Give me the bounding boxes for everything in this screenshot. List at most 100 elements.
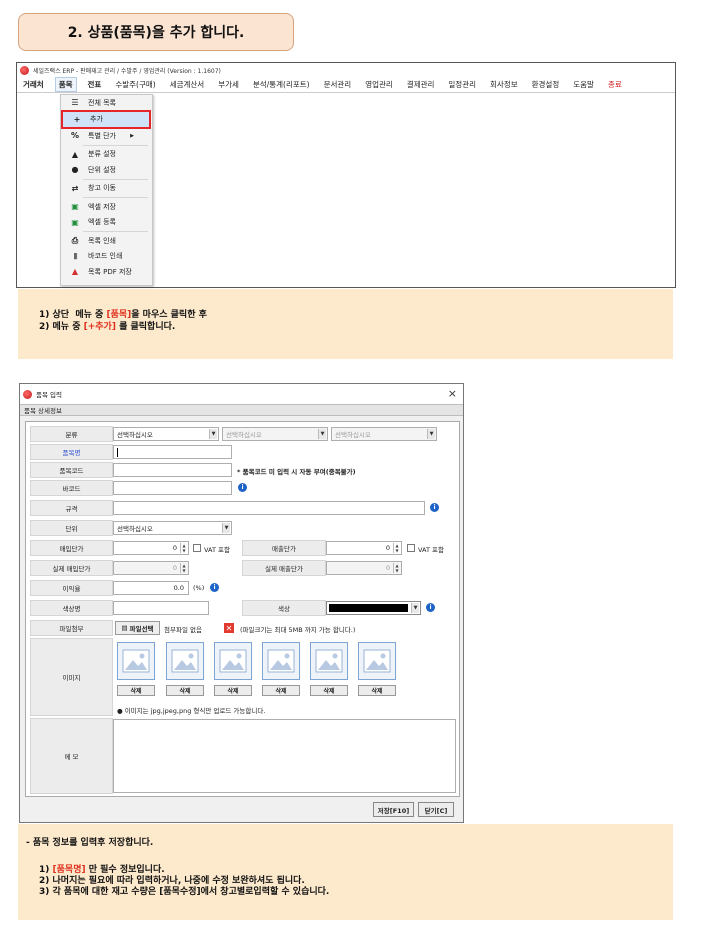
menu-slips[interactable]: 전표 [88,79,102,90]
app-title-bar: 세일즈랙스 ERP - 판매재고 관리 / 수발주 / 영업관리 (Versio… [17,63,675,77]
buy-price-label: 매입단가 [30,540,113,556]
file-select-button[interactable]: ▤ 파일선택 [115,621,160,635]
close-icon[interactable]: × [448,387,457,400]
color-name-input[interactable] [113,601,209,615]
menu-item-label: 특별 단가 [88,131,116,140]
image-slot-6[interactable] [358,642,396,680]
color-name-label: 색상명 [30,600,113,616]
menu-item-category-settings[interactable]: ▲ 분류 설정 [61,147,152,163]
select-value: 선택하십시오 [117,431,153,439]
menu-item-print-barcode[interactable]: ||| 바코드 인쇄 [61,249,152,265]
image-placeholder-icon [171,649,199,673]
menu-item-label: 엑셀 저장 [88,202,116,211]
menu-item-pdf-save[interactable]: ▲ 목록 PDF 저장 [61,264,152,280]
instruction-line-1: 1) 상단 메뉴 중 [품목]을 마우스 클릭한 후 [39,309,673,321]
spinner-icon: ▲ ▼ [393,563,400,573]
image-delete-button-6[interactable]: 삭제 [358,685,396,696]
info-icon[interactable]: i [210,583,219,592]
file-select-label: 파일선택 [129,625,154,633]
menu-item-unit-settings[interactable]: ● 단위 설정 [61,162,152,178]
color-swatch [329,604,408,612]
menu-item-list-all[interactable]: ☰ 전체 목록 [61,95,152,111]
dialog-title-bar: 품목 입력 × [20,384,463,404]
menu-item-excel-import[interactable]: ▣ 엑셀 등록 [61,215,152,231]
item-code-label: 품목코드 [30,462,113,478]
image-slot-3[interactable] [214,642,252,680]
image-delete-button-5[interactable]: 삭제 [310,685,348,696]
spinner-icon[interactable]: ▲ ▼ [180,543,187,553]
buy-vat-checkbox[interactable] [193,544,201,552]
image-delete-button-2[interactable]: 삭제 [166,685,204,696]
image-delete-button-3[interactable]: 삭제 [214,685,252,696]
image-delete-button-4[interactable]: 삭제 [262,685,300,696]
color-picker[interactable]: ▼ [326,601,421,615]
category-select-3[interactable]: 선택하십시오 ▼ [331,427,437,441]
info-icon[interactable]: i [426,603,435,612]
instruction-text: 만 필수 정보입니다. [85,865,165,875]
printer-icon: ⎙ [71,235,79,245]
image-slot-2[interactable] [166,642,204,680]
menu-payment[interactable]: 결제관리 [407,79,435,90]
delete-file-icon[interactable]: ✕ [224,623,234,633]
select-value: 선택하십시오 [226,431,262,439]
menu-schedule[interactable]: 일정관리 [448,79,476,90]
image-slot-4[interactable] [262,642,300,680]
color-label: 색상 [242,600,326,616]
instruction-text: 을 마우스 클릭한 후 [131,310,207,320]
memo-textarea[interactable] [113,719,456,793]
unit-label: 단위 [30,520,113,536]
menu-item-warehouse-move[interactable]: ⇄ 창고 이동 [61,181,152,197]
items-dropdown-menu: ☰ 전체 목록 + 추가 % 특별 단가 ▶ ▲ 분류 설정 ● 단위 설정 ⇄… [60,94,153,286]
category-select-2[interactable]: 선택하십시오 ▼ [222,427,328,441]
image-slot-1[interactable] [117,642,155,680]
menu-item-print-list[interactable]: ⎙ 목록 인쇄 [61,233,152,249]
menu-clients[interactable]: 거래처 [23,79,44,90]
item-code-input[interactable] [113,463,232,477]
barcode-icon: ||| [73,252,78,260]
menu-orders[interactable]: 수발주(구매) [115,79,155,90]
info-icon[interactable]: i [238,483,247,492]
margin-input[interactable]: 0.0 [113,581,189,595]
menu-sales[interactable]: 영업관리 [365,79,393,90]
menu-documents[interactable]: 문서관리 [324,79,352,90]
sell-vat-label: VAT 포함 [418,546,444,554]
item-name-input[interactable] [113,445,232,459]
menu-items[interactable]: 품목 [54,77,77,92]
menu-item-special-price[interactable]: % 특별 단가 ▶ [61,128,152,144]
real-sell-price-label: 실제 매출단가 [242,560,326,576]
item-name-label: 품목명 [30,444,113,460]
close-button[interactable]: 닫기[C] [418,802,454,817]
instruction-highlight: [품목] [106,310,132,320]
menu-tax-invoice[interactable]: 세금계산서 [170,79,205,90]
spinner-icon[interactable]: ▲ ▼ [393,543,400,553]
menu-item-label: 추가 [90,115,103,124]
spec-label: 규격 [30,500,113,516]
instruction-line-2: 2) 메뉴 중 [+추가] 를 클릭합니다. [39,321,673,333]
excel-icon: ▣ [71,202,79,212]
sell-vat-checkbox[interactable] [407,544,415,552]
save-button[interactable]: 저장[F10] [373,802,414,817]
percent-unit: (%) [193,584,205,592]
unit-select[interactable]: 선택하십시오 ▼ [113,521,232,535]
menu-help[interactable]: 도움말 [573,79,594,90]
buy-price-input[interactable]: 0 ▲ ▼ [113,541,189,555]
sell-price-input[interactable]: 0 ▲ ▼ [326,541,402,555]
image-delete-button-1[interactable]: 삭제 [117,685,155,696]
image-slot-5[interactable] [310,642,348,680]
truck-icon: ⇄ [71,183,79,193]
menu-item-label: 단위 설정 [88,165,116,174]
image-placeholder-icon [363,649,391,673]
menu-item-add[interactable]: + 추가 [61,109,151,129]
menu-settings[interactable]: 환경설정 [532,79,560,90]
menu-item-excel-save[interactable]: ▣ 엑셀 저장 [61,199,152,215]
info-icon[interactable]: i [430,503,439,512]
menu-company[interactable]: 회사정보 [490,79,518,90]
instruction-text: 2) 메뉴 중 [39,322,84,332]
menu-vat[interactable]: 부가세 [218,79,239,90]
menu-item-label: 목록 인쇄 [88,236,116,245]
category-select-1[interactable]: 선택하십시오 ▼ [113,427,219,441]
menu-analysis[interactable]: 분석/통계(리포트) [253,79,310,90]
spec-input[interactable] [113,501,425,515]
barcode-input[interactable] [113,481,232,495]
menu-quit[interactable]: 종료 [608,79,622,90]
